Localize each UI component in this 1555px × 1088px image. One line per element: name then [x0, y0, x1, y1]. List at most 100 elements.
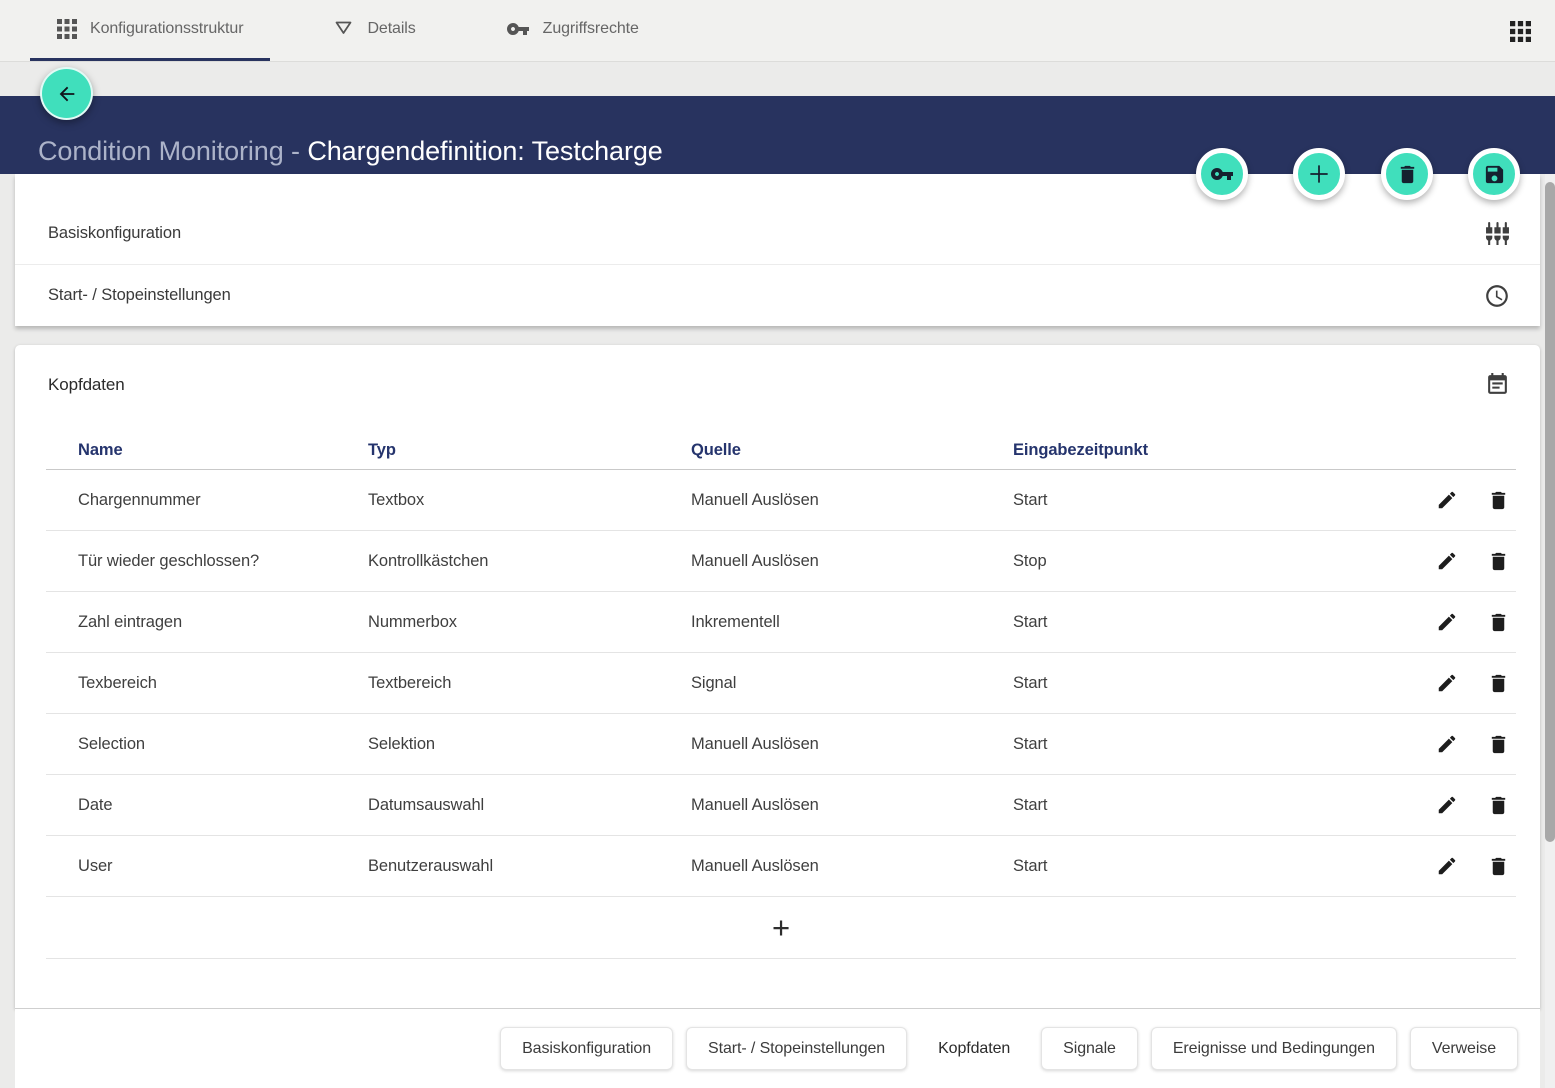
bottom-navigation-bar: Basiskonfiguration Start- / Stopeinstellu… [15, 1009, 1540, 1088]
column-header-quelle: Quelle [691, 441, 1013, 460]
delete-button[interactable] [1381, 148, 1433, 200]
cell-typ: Textbereich [368, 674, 691, 693]
cell-quelle: Manuell Auslösen [691, 857, 1013, 876]
back-button[interactable] [40, 67, 93, 120]
row-actions [1388, 550, 1516, 573]
arrow-back-icon [56, 83, 78, 105]
footer-button-signale[interactable]: Signale [1041, 1027, 1138, 1070]
plus-icon: + [772, 912, 790, 943]
delete-row-button[interactable] [1487, 794, 1510, 817]
cell-eingabezeitpunkt: Start [1013, 796, 1388, 815]
table-header-row: NameTypQuelleEingabezeitpunkt [46, 441, 1516, 470]
cell-name: Date [46, 796, 368, 815]
page-title-prefix: Condition Monitoring - [38, 136, 307, 166]
kopfdaten-title: Kopfdaten [48, 375, 125, 395]
trash-icon [1487, 672, 1510, 695]
table-row-t-r-wieder-geschlossen: Tür wieder geschlossen?KontrollkästchenM… [46, 531, 1516, 592]
trash-icon [1487, 733, 1510, 756]
edit-row-button[interactable] [1436, 672, 1458, 695]
column-header-eingabezeitpunkt: Eingabezeitpunkt [1013, 441, 1388, 460]
cell-name: Chargennummer [46, 491, 368, 510]
cell-eingabezeitpunkt: Start [1013, 735, 1388, 754]
trash-icon [1487, 855, 1510, 878]
pencil-icon [1436, 611, 1458, 634]
table-row-date: DateDatumsauswahlManuell AuslösenStart [46, 775, 1516, 836]
cell-name: Texbereich [46, 674, 368, 693]
cell-name: Tür wieder geschlossen? [46, 552, 368, 571]
kopfdaten-table: NameTypQuelleEingabezeitpunkt Chargennum… [46, 441, 1516, 959]
clock-icon [1484, 283, 1510, 309]
footer-button-start-stopeinstellungen[interactable]: Start- / Stopeinstellungen [686, 1027, 907, 1070]
save-icon [1483, 163, 1506, 186]
page-title-main: Chargendefinition: Testcharge [307, 136, 662, 166]
grid-icon [57, 19, 77, 39]
cell-name: Zahl eintragen [46, 613, 368, 632]
edit-row-button[interactable] [1436, 611, 1458, 634]
cell-quelle: Signal [691, 674, 1013, 693]
delete-row-button[interactable] [1487, 855, 1510, 878]
cell-name: Selection [46, 735, 368, 754]
component-icon [1485, 221, 1510, 246]
cell-quelle: Manuell Auslösen [691, 491, 1013, 510]
cell-name: User [46, 857, 368, 876]
section-row-start-stopeinstellungen[interactable]: Start- / Stopeinstellungen [15, 264, 1540, 326]
cell-quelle: Manuell Auslösen [691, 735, 1013, 754]
tab-strip: Konfigurationsstruktur Details Zugriffsrec… [30, 0, 666, 61]
add-button[interactable] [1293, 148, 1345, 200]
key-icon [506, 17, 530, 41]
pencil-icon [1436, 672, 1458, 695]
section-row-basiskonfiguration[interactable]: Basiskonfiguration [15, 202, 1540, 264]
edit-row-button[interactable] [1436, 855, 1458, 878]
tab-details[interactable]: Details [306, 0, 442, 61]
edit-row-button[interactable] [1436, 550, 1458, 573]
table-row-user: UserBenutzerauswahlManuell AuslösenStart [46, 836, 1516, 897]
delete-row-button[interactable] [1487, 733, 1510, 756]
trash-icon [1487, 489, 1510, 512]
cell-eingabezeitpunkt: Start [1013, 857, 1388, 876]
cell-quelle: Manuell Auslösen [691, 552, 1013, 571]
cell-eingabezeitpunkt: Start [1013, 613, 1388, 632]
tab-label: Zugriffsrechte [543, 20, 639, 38]
row-actions [1388, 794, 1516, 817]
add-row-button[interactable]: + [46, 897, 1516, 959]
apps-grid-icon[interactable] [1510, 21, 1531, 42]
pencil-icon [1436, 855, 1458, 878]
column-header-name: Name [46, 441, 368, 460]
delete-row-button[interactable] [1487, 672, 1510, 695]
delete-row-button[interactable] [1487, 489, 1510, 512]
row-actions [1388, 855, 1516, 878]
tab-label: Konfigurationsstruktur [90, 20, 243, 38]
key-icon [1210, 162, 1234, 186]
kopfdaten-card: Kopfdaten NameTypQuelleEingabezeitpunkt … [15, 345, 1540, 1009]
cell-typ: Datumsauswahl [368, 796, 691, 815]
delete-row-button[interactable] [1487, 550, 1510, 573]
save-button[interactable] [1468, 148, 1520, 200]
top-tab-bar: Konfigurationsstruktur Details Zugriffsrec… [0, 0, 1555, 62]
calendar-icon[interactable] [1485, 372, 1510, 397]
trash-icon [1487, 611, 1510, 634]
footer-button-basiskonfiguration[interactable]: Basiskonfiguration [500, 1027, 673, 1070]
cell-quelle: Manuell Auslösen [691, 796, 1013, 815]
kopfdaten-header: Kopfdaten [15, 345, 1540, 397]
footer-button-ereignisse-und-bedingungen[interactable]: Ereignisse und Bedingungen [1151, 1027, 1397, 1070]
cell-typ: Kontrollkästchen [368, 552, 691, 571]
scrollbar-track[interactable] [1545, 174, 1555, 1088]
permissions-button[interactable] [1196, 148, 1248, 200]
scrollbar-thumb[interactable] [1545, 182, 1555, 842]
edit-row-button[interactable] [1436, 794, 1458, 817]
footer-button-kopfdaten[interactable]: Kopfdaten [920, 1027, 1028, 1070]
tab-konfigurationsstruktur[interactable]: Konfigurationsstruktur [30, 0, 270, 61]
table-body: ChargennummerTextboxManuell AuslösenStar… [46, 470, 1516, 897]
trash-icon [1396, 163, 1419, 186]
edit-row-button[interactable] [1436, 733, 1458, 756]
table-row-texbereich: TexbereichTextbereichSignalStart [46, 653, 1516, 714]
edit-row-button[interactable] [1436, 489, 1458, 512]
cell-typ: Benutzerauswahl [368, 857, 691, 876]
tab-zugriffsrechte[interactable]: Zugriffsrechte [479, 0, 666, 61]
pencil-icon [1436, 733, 1458, 756]
trash-icon [1487, 550, 1510, 573]
footer-button-verweise[interactable]: Verweise [1410, 1027, 1518, 1070]
delete-row-button[interactable] [1487, 611, 1510, 634]
plus-icon [1306, 161, 1332, 187]
section-label: Start- / Stopeinstellungen [48, 286, 231, 305]
